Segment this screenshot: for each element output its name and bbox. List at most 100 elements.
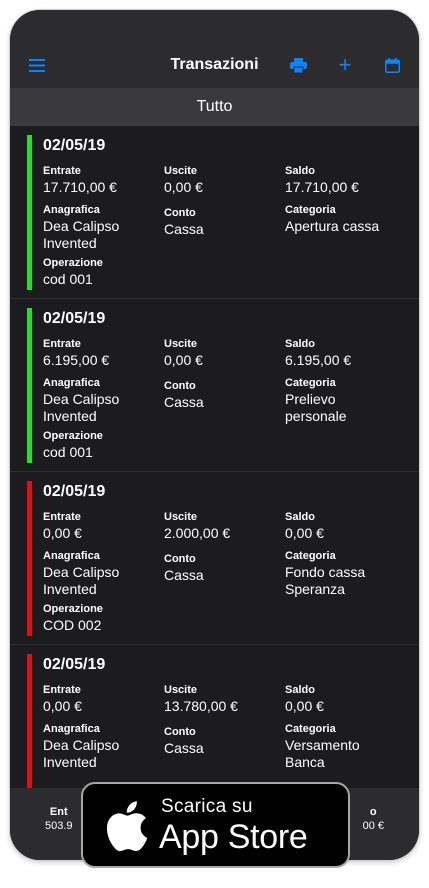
status-bar [10, 10, 419, 42]
entrate-value: 6.195,00 € [43, 352, 110, 368]
uscite-value: 0,00 € [164, 352, 203, 368]
anagrafica-value-line2: Invented [43, 754, 97, 770]
anagrafica-label: Anagrafica [43, 377, 100, 389]
conto-label: Conto [164, 553, 196, 565]
conto-label: Conto [164, 726, 196, 738]
anagrafica-label: Anagrafica [43, 723, 100, 735]
saldo-value: 6.195,00 € [285, 352, 352, 368]
positive-indicator [27, 308, 32, 463]
footer-entrate-total: Ent 503.9 [45, 806, 73, 832]
saldo-value: 0,00 € [285, 525, 324, 541]
operazione-cell: Operazione COD 002 [43, 602, 103, 634]
categoria-label: Categoria [285, 550, 336, 562]
entrate-label: Entrate [43, 511, 81, 523]
categoria-label: Categoria [285, 723, 336, 735]
filter-selector[interactable]: Tutto [10, 88, 419, 126]
categoria-value-line2: personale [285, 408, 347, 424]
categoria-label: Categoria [285, 204, 336, 216]
printer-icon[interactable] [288, 55, 308, 75]
transaction-date: 02/05/19 [43, 656, 106, 673]
uscite-cell: Uscite 0,00 € [164, 337, 203, 369]
anagrafica-cell: Anagrafica Dea Calipso Invented [43, 203, 119, 252]
saldo-cell: Saldo 0,00 € [285, 683, 405, 715]
footer-left-label: Ent [49, 806, 68, 818]
categoria-cell: Categoria Fondo cassa Speranza [285, 549, 405, 598]
categoria-value-line1: Fondo cassa [285, 564, 366, 580]
entrate-value: 0,00 € [43, 698, 82, 714]
operazione-value: COD 002 [43, 617, 102, 633]
entrate-cell: Entrate 0,00 € [43, 683, 82, 715]
anagrafica-value-line1: Dea Calipso [43, 218, 120, 234]
positive-indicator [27, 135, 32, 290]
operazione-label: Operazione [43, 257, 103, 269]
anagrafica-value-line1: Dea Calipso [43, 737, 120, 753]
footer-left-value: 503.9 [45, 820, 73, 832]
anagrafica-cell: Anagrafica Dea Calipso Invented [43, 549, 119, 598]
operazione-label: Operazione [43, 603, 103, 615]
anagrafica-label: Anagrafica [43, 204, 100, 216]
apple-logo-icon [106, 801, 148, 852]
navigation-bar: Transazioni + [10, 42, 419, 88]
categoria-value-line1: Versamento [285, 737, 360, 753]
uscite-label: Uscite [164, 165, 198, 177]
calendar-icon[interactable] [382, 55, 402, 75]
categoria-value-line2: Speranza [285, 581, 345, 597]
entrate-cell: Entrate 17.710,00 € [43, 164, 117, 196]
anagrafica-label: Anagrafica [43, 550, 100, 562]
entrate-value: 17.710,00 € [43, 179, 117, 195]
transaction-date: 02/05/19 [43, 310, 106, 327]
categoria-cell: Categoria Versamento Banca [285, 722, 405, 771]
saldo-cell: Saldo 6.195,00 € [285, 337, 405, 369]
uscite-label: Uscite [164, 338, 198, 350]
hamburger-menu-icon[interactable] [27, 55, 47, 75]
operazione-cell: Operazione cod 001 [43, 256, 103, 288]
categoria-label: Categoria [285, 377, 336, 389]
saldo-value: 0,00 € [285, 698, 324, 714]
negative-indicator [27, 654, 32, 809]
saldo-label: Saldo [285, 165, 315, 177]
anagrafica-value-line2: Invented [43, 581, 97, 597]
conto-label: Conto [164, 380, 196, 392]
uscite-value: 0,00 € [164, 179, 203, 195]
conto-cell: Conto Cassa [164, 379, 204, 411]
saldo-label: Saldo [285, 684, 315, 696]
app-store-badge[interactable]: Scarica su App Store [81, 782, 350, 868]
entrate-label: Entrate [43, 338, 81, 350]
categoria-cell: Categoria Prelievo personale [285, 376, 405, 425]
saldo-value: 17.710,00 € [285, 179, 359, 195]
categoria-value-line1: Prelievo [285, 391, 336, 407]
transaction-list[interactable]: 02/05/19 Entrate 17.710,00 € Uscite 0,00 €… [10, 126, 419, 860]
conto-cell: Conto Cassa [164, 725, 204, 757]
operazione-label: Operazione [43, 430, 103, 442]
transaction-row[interactable]: 02/05/19 Entrate 0,00 € Uscite 2.000,00 € … [10, 472, 419, 645]
footer-saldo-total: o 00 € [363, 806, 384, 832]
uscite-cell: Uscite 0,00 € [164, 164, 203, 196]
transaction-row[interactable]: 02/05/19 Entrate 6.195,00 € Uscite 0,00 € … [10, 299, 419, 472]
transaction-date: 02/05/19 [43, 137, 106, 154]
conto-value: Cassa [164, 567, 204, 583]
conto-cell: Conto Cassa [164, 552, 204, 584]
filter-label: Tutto [196, 98, 233, 115]
transaction-date: 02/05/19 [43, 483, 106, 500]
badge-line2: App Store [159, 818, 308, 856]
transaction-row[interactable]: 02/05/19 Entrate 17.710,00 € Uscite 0,00 €… [10, 126, 419, 299]
anagrafica-value-line2: Invented [43, 408, 97, 424]
entrate-cell: Entrate 6.195,00 € [43, 337, 109, 369]
add-button[interactable]: + [335, 54, 355, 76]
operazione-value: cod 001 [43, 444, 93, 460]
footer-right-label: o [369, 806, 377, 818]
conto-value: Cassa [164, 221, 204, 237]
conto-cell: Conto Cassa [164, 206, 204, 238]
categoria-value-line1: Apertura cassa [285, 218, 380, 234]
categoria-value-line2: Banca [285, 754, 325, 770]
badge-line1: Scarica su [161, 796, 253, 817]
entrate-label: Entrate [43, 165, 81, 177]
entrate-value: 0,00 € [43, 525, 82, 541]
anagrafica-value-line1: Dea Calipso [43, 391, 120, 407]
uscite-label: Uscite [164, 511, 198, 523]
uscite-cell: Uscite 2.000,00 € [164, 510, 230, 542]
uscite-label: Uscite [164, 684, 198, 696]
negative-indicator [27, 481, 32, 636]
saldo-label: Saldo [285, 338, 315, 350]
footer-right-value: 00 € [362, 820, 384, 832]
